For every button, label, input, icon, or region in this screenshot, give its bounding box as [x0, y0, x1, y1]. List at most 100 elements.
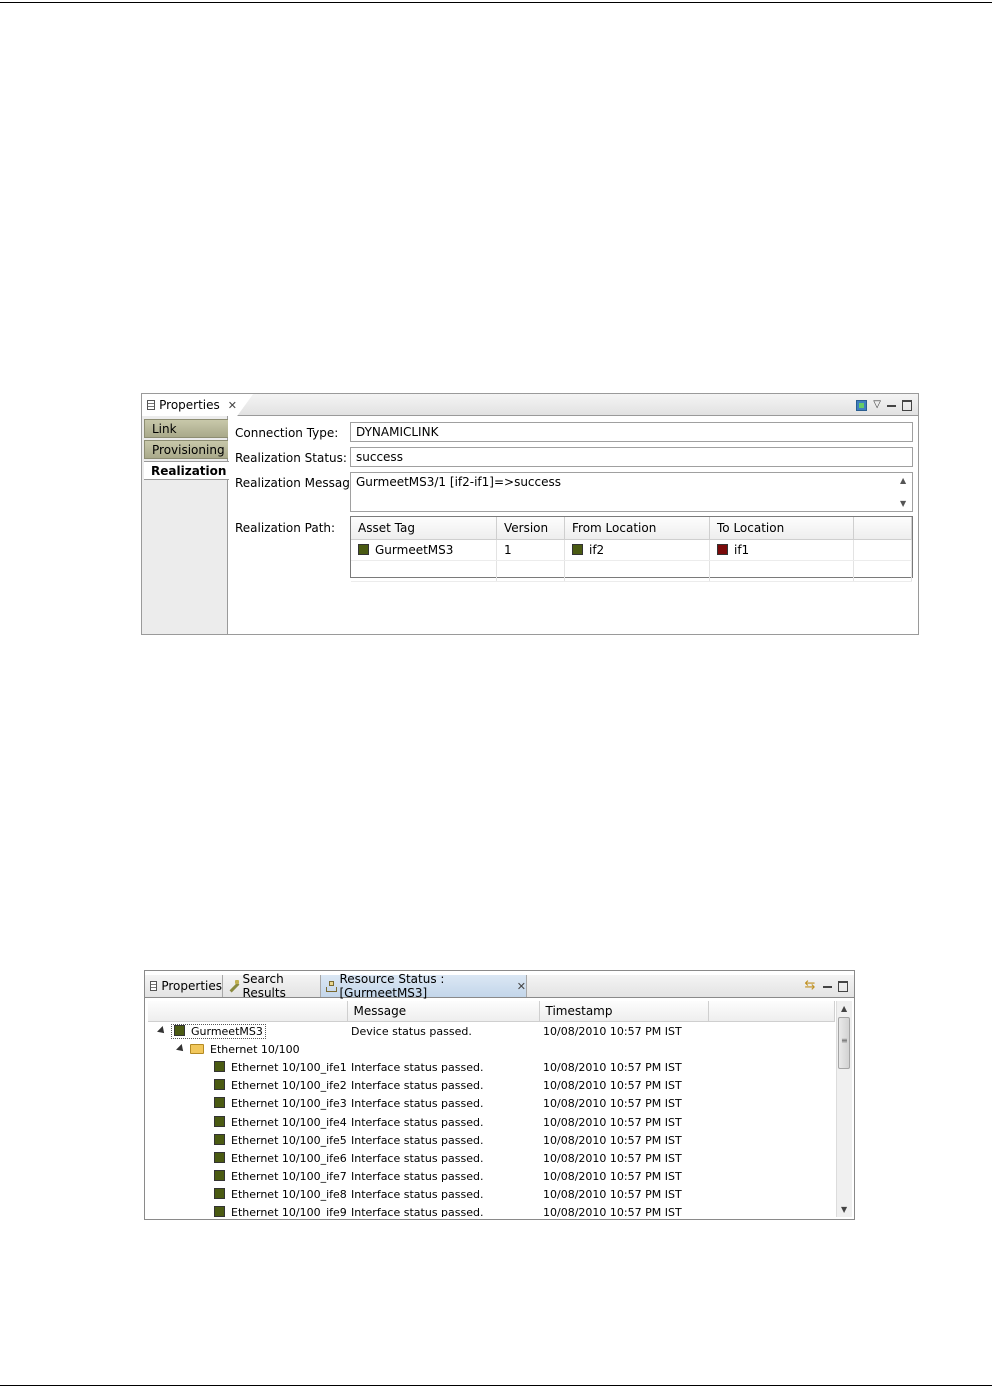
minimize-icon[interactable]	[887, 405, 896, 407]
column-header-timestamp[interactable]: Timestamp	[539, 1001, 709, 1022]
resource-status-tree-table: Message Timestamp GurmeetMS3 Device stat…	[148, 1001, 835, 1217]
interface-status-icon	[214, 1151, 225, 1163]
tree-row-interface[interactable]: Ethernet 10/100_ife7 Interface status pas…	[148, 1168, 835, 1186]
section-tab-link[interactable]: Link	[144, 419, 228, 438]
column-header-from-location[interactable]: From Location	[564, 517, 710, 540]
interface-status-icon	[214, 1060, 225, 1072]
tab-label: Properties	[161, 979, 222, 993]
tab-search-results[interactable]: Search Results	[223, 972, 321, 1000]
tree-row-device[interactable]: GurmeetMS3 Device status passed. 10/08/2…	[148, 1022, 835, 1041]
tree-row-interface[interactable]: Ethernet 10/100_ife2 Interface status pas…	[148, 1077, 835, 1095]
cell-interface-name: Ethernet 10/100_ife9	[148, 1204, 347, 1217]
cell-interface-name: Ethernet 10/100_ife3	[148, 1095, 347, 1113]
realization-status-field[interactable]: success	[350, 447, 913, 467]
tree-row-interface[interactable]: Ethernet 10/100_ife9 Interface status pas…	[148, 1204, 835, 1217]
realization-path-table: Asset Tag Version From Location To Locat…	[350, 516, 913, 582]
scroll-up-icon[interactable]: ▲	[900, 476, 906, 485]
page-top-rule	[0, 2, 992, 3]
cell-interface-name: Ethernet 10/100_ife5	[148, 1131, 347, 1149]
cell-from-location: if2	[564, 539, 710, 561]
cell-filler	[708, 1058, 835, 1076]
scroll-up-icon[interactable]: ▲	[841, 1004, 847, 1013]
tree-row-interface[interactable]: Ethernet 10/100_ife5 Interface status pas…	[148, 1131, 835, 1149]
realization-message-label: Realization Message:	[235, 476, 362, 490]
section-tabs: Link Provisioning Realization	[142, 416, 229, 634]
section-tab-label: Realization	[151, 463, 227, 478]
device-node[interactable]: GurmeetMS3	[171, 1023, 266, 1039]
group-name: Ethernet 10/100	[210, 1042, 300, 1056]
interface-name: Ethernet 10/100_ife9	[231, 1206, 347, 1217]
cell-interface-name: Ethernet 10/100_ife6	[148, 1149, 347, 1167]
view-menu-icon[interactable]: ▽	[873, 398, 881, 412]
cell-timestamp: 10/08/2010 10:57 PM IST	[543, 1188, 682, 1202]
tab-resource-status[interactable]: Resource Status : [GurmeetMS3] ✕	[321, 972, 527, 1000]
interface-name: Ethernet 10/100_ife5	[231, 1133, 347, 1147]
tab-properties[interactable]: Properties	[145, 975, 223, 997]
view-controls: ▽	[856, 397, 912, 413]
tree-row-interface[interactable]: Ethernet 10/100_ife8 Interface status pas…	[148, 1186, 835, 1204]
sync-icon[interactable]: ⇆	[803, 979, 817, 993]
cell-filler	[708, 1113, 835, 1131]
cell-timestamp: 10/08/2010 10:57 PM IST	[543, 1079, 682, 1093]
interface-status-icon	[214, 1079, 225, 1091]
to-location-text: if1	[734, 543, 750, 557]
properties-icon	[147, 400, 156, 410]
minimize-icon[interactable]	[823, 986, 832, 988]
column-header-resource[interactable]	[148, 1001, 348, 1022]
connection-type-label: Connection Type:	[235, 426, 339, 440]
scroll-down-icon[interactable]: ▼	[900, 499, 906, 508]
cell-message: Device status passed.	[351, 1024, 472, 1038]
cell-to-location: if1	[709, 539, 854, 561]
section-tab-label: Link	[152, 421, 177, 436]
tree-row-interface[interactable]: Ethernet 10/100_ife6 Interface status pas…	[148, 1149, 835, 1167]
status-ok-icon	[358, 544, 369, 555]
cell-message: Interface status passed.	[351, 1170, 484, 1184]
properties-tab-bar: Properties ✕ ▽	[142, 394, 918, 416]
tree-row-interface[interactable]: Ethernet 10/100_ife4 Interface status pas…	[148, 1113, 835, 1131]
cell-interface-name: Ethernet 10/100_ife2	[148, 1077, 347, 1095]
message-scrollbar[interactable]: ▲ ▼	[897, 474, 911, 510]
section-tab-realization[interactable]: Realization	[144, 461, 229, 480]
column-header-filler	[708, 1001, 835, 1022]
interface-name: Ethernet 10/100_ife8	[231, 1188, 347, 1202]
section-tab-provisioning[interactable]: Provisioning	[144, 440, 228, 459]
tree-row-interface[interactable]: Ethernet 10/100_ife1 Interface status pas…	[148, 1058, 835, 1076]
resource-tab-bar: Properties Search Results Resource Statu…	[145, 972, 854, 1000]
cell-empty	[347, 1040, 539, 1058]
cell-timestamp: 10/08/2010 10:57 PM IST	[543, 1097, 682, 1111]
column-header-version[interactable]: Version	[496, 517, 565, 540]
table-row[interactable]: GurmeetMS3 1 if2 if1	[351, 539, 912, 561]
vertical-scrollbar[interactable]: ▲ ▼	[836, 1001, 852, 1217]
close-icon[interactable]: ✕	[228, 399, 237, 412]
column-header-asset-tag[interactable]: Asset Tag	[351, 517, 497, 540]
cell-timestamp: 10/08/2010 10:57 PM IST	[543, 1024, 682, 1038]
cell-filler	[708, 1095, 835, 1113]
tab-properties[interactable]: Properties ✕	[142, 394, 253, 416]
resource-status-view: Properties Search Results Resource Statu…	[144, 970, 855, 1220]
table-row-empty	[351, 560, 912, 582]
column-header-to-location[interactable]: To Location	[709, 517, 854, 540]
expand-arrow-icon[interactable]	[157, 1025, 167, 1036]
maximize-icon[interactable]	[838, 980, 848, 992]
interface-name: Ethernet 10/100_ife7	[231, 1170, 347, 1184]
tree-row-interface[interactable]: Ethernet 10/100_ife3 Interface status pas…	[148, 1095, 835, 1113]
expand-arrow-icon[interactable]	[176, 1043, 186, 1054]
maximize-icon[interactable]	[902, 399, 912, 411]
cell-empty	[853, 560, 912, 582]
cell-message: Interface status passed.	[351, 1188, 484, 1202]
cell-filler	[708, 1131, 835, 1149]
realization-message-field[interactable]: GurmeetMS3/1 [if2-if1]=>success ▲ ▼	[350, 472, 913, 512]
cell-interface-name: Ethernet 10/100_ife4	[148, 1113, 347, 1131]
realization-message-text: GurmeetMS3/1 [if2-if1]=>success	[356, 475, 562, 489]
cell-empty	[564, 560, 710, 582]
pin-icon[interactable]	[856, 399, 868, 411]
scrollbar-thumb[interactable]	[838, 1017, 850, 1069]
realization-path-label: Realization Path:	[235, 521, 336, 535]
connection-type-field[interactable]: DYNAMICLINK	[350, 422, 913, 442]
section-tab-label: Provisioning	[152, 442, 225, 457]
column-header-message[interactable]: Message	[347, 1001, 540, 1022]
tab-properties-label: Properties	[159, 398, 220, 412]
close-icon[interactable]: ✕	[517, 980, 526, 993]
scroll-down-icon[interactable]: ▼	[841, 1205, 847, 1214]
tree-row-group[interactable]: Ethernet 10/100	[148, 1040, 835, 1058]
